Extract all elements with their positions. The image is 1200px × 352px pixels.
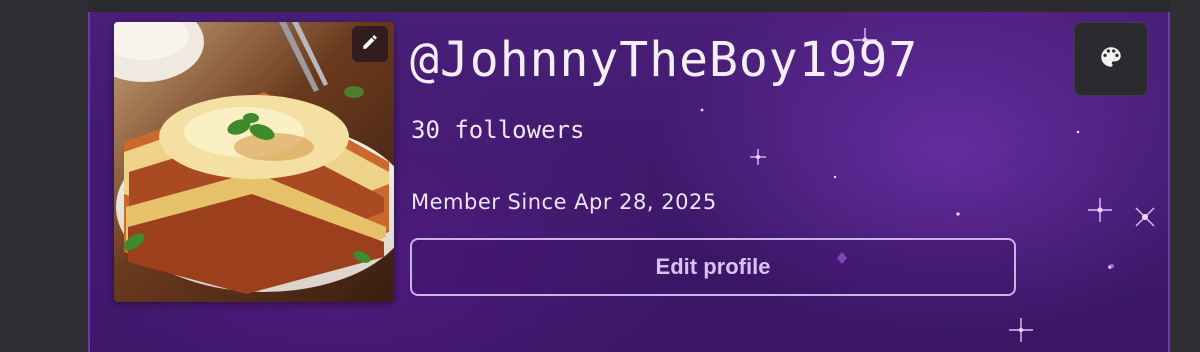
lasagna-image: [114, 22, 394, 302]
pencil-icon: [361, 33, 379, 55]
follower-count[interactable]: 30 followers: [411, 116, 584, 144]
member-since-date: Member Since Apr 28, 2025: [411, 190, 717, 214]
top-bar: [0, 0, 1200, 12]
theme-palette-button[interactable]: [1074, 22, 1148, 96]
edit-avatar-button[interactable]: [352, 26, 388, 62]
palette-icon: [1098, 44, 1124, 74]
edit-profile-label: Edit profile: [655, 254, 771, 279]
profile-banner: @JohnnyTheBoy1997 30 followers Member Si…: [88, 12, 1170, 352]
edit-profile-button[interactable]: Edit profile: [410, 238, 1016, 296]
right-gutter: [1170, 0, 1200, 352]
left-gutter: [0, 0, 88, 352]
profile-username: @JohnnyTheBoy1997: [410, 32, 919, 88]
profile-avatar[interactable]: [114, 22, 394, 302]
